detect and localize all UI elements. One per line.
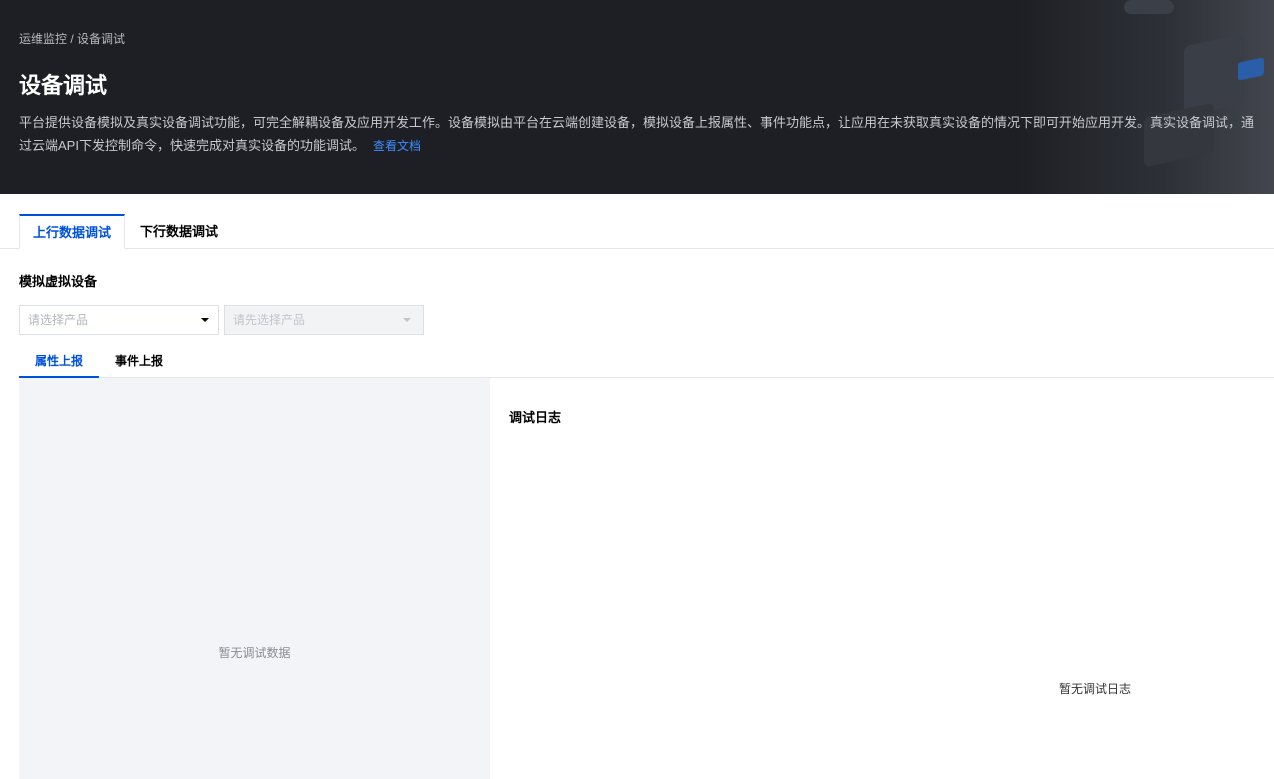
decoration-shape [1184, 33, 1244, 117]
view-docs-link[interactable]: 查看文档 [373, 139, 421, 153]
description-text: 平台提供设备模拟及真实设备调试功能，可完全解耦设备及应用开发工作。设备模拟由平台… [19, 115, 1255, 153]
tab-downlink-debug[interactable]: 下行数据调试 [126, 214, 232, 249]
header-decoration [1014, 0, 1274, 194]
section-title: 模拟虚拟设备 [19, 274, 98, 289]
debug-data-panel: 暂无调试数据 [19, 378, 490, 779]
decoration-shape [1238, 57, 1264, 81]
product-select-placeholder: 请选择产品 [28, 313, 89, 327]
breadcrumb[interactable]: 运维监控 / 设备调试 [19, 30, 125, 47]
tab-event-report[interactable]: 事件上报 [99, 346, 179, 378]
caret-down-icon [201, 318, 209, 322]
empty-log-text: 暂无调试日志 [1058, 682, 1131, 696]
empty-data-text: 暂无调试数据 [218, 646, 291, 660]
tab-property-report[interactable]: 属性上报 [19, 346, 99, 378]
page-title: 设备调试 [19, 73, 108, 98]
tab-uplink-debug[interactable]: 上行数据调试 [19, 214, 125, 249]
decoration-shape [1124, 0, 1174, 14]
page-header-banner: 运维监控 / 设备调试 设备调试 平台提供设备模拟及真实设备调试功能，可完全解耦… [0, 0, 1274, 194]
product-select[interactable]: 请选择产品 [19, 305, 219, 335]
device-select-placeholder: 请先选择产品 [233, 313, 306, 327]
main-tabs: 上行数据调试 下行数据调试 [0, 214, 1274, 249]
page-description: 平台提供设备模拟及真实设备调试功能，可完全解耦设备及应用开发工作。设备模拟由平台… [19, 111, 1259, 158]
device-select[interactable]: 请先选择产品 [224, 305, 424, 335]
debug-log-panel: 调试日志 暂无调试日志 [490, 378, 1274, 779]
debug-log-title: 调试日志 [509, 410, 562, 425]
sub-tabs: 属性上报 事件上报 [19, 346, 1274, 378]
caret-down-icon [403, 318, 411, 322]
